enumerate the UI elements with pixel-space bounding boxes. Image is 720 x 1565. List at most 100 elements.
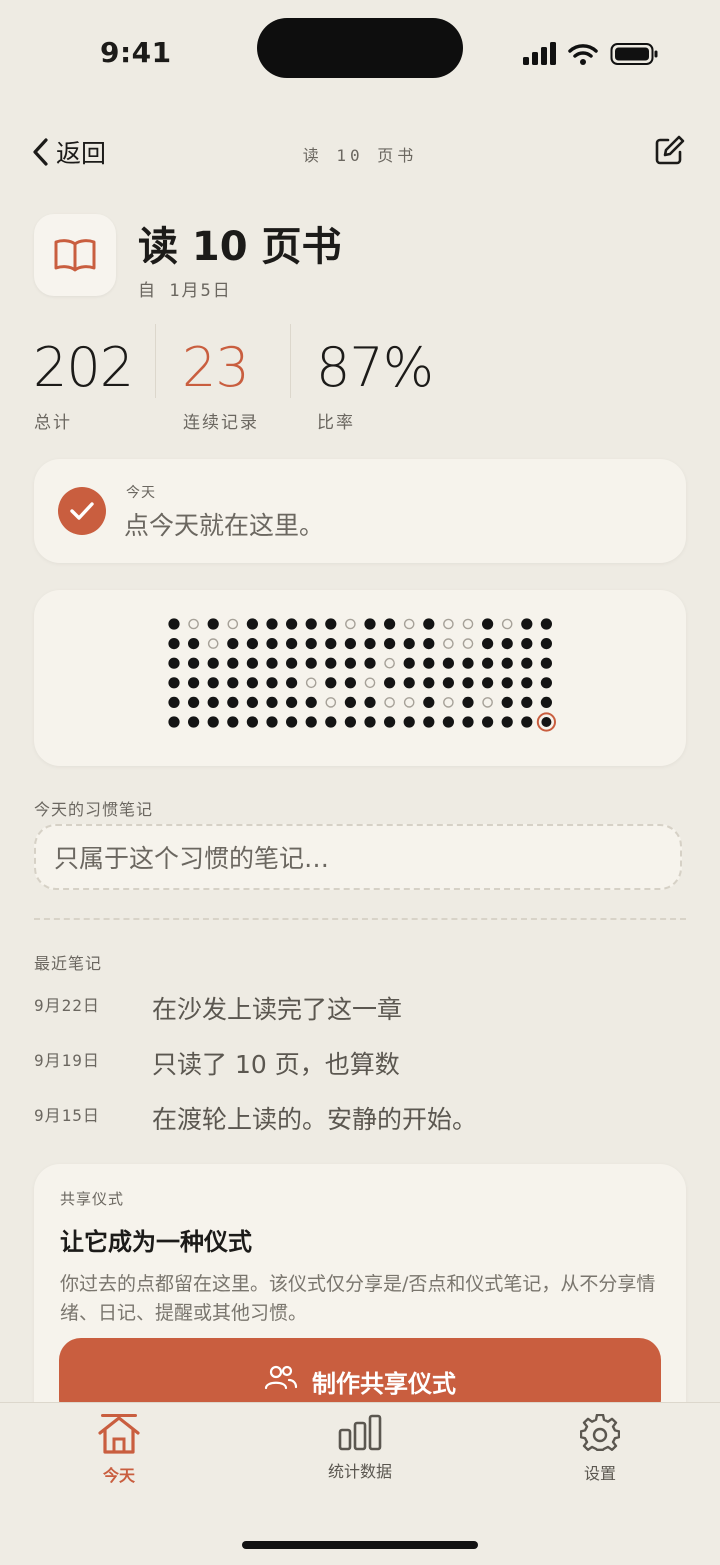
day-dot-completed: [286, 696, 298, 708]
day-dot-completed: [423, 638, 435, 650]
day-dot-completed: [540, 677, 552, 689]
day-dot-completed: [403, 638, 415, 650]
day-dot-completed: [286, 657, 298, 669]
day-dot-completed: [188, 638, 200, 650]
today-text: 点今天就在这里。: [124, 511, 325, 540]
status-icons: [522, 40, 658, 68]
gear-icon: [580, 1414, 620, 1451]
day-dot-completed: [188, 696, 200, 708]
stat-divider: [290, 324, 291, 398]
day-dot-completed: [423, 677, 435, 689]
note-placeholder: 只属于这个习惯的笔记…: [54, 844, 330, 873]
tab-stats[interactable]: 统计数据: [280, 1414, 440, 1482]
day-dot-missed: [403, 618, 415, 630]
day-dot-completed: [521, 638, 533, 650]
day-dot-completed: [521, 618, 533, 630]
recent-note-text[interactable]: 在渡轮上读的。安静的开始。: [152, 1100, 477, 1136]
day-dot-completed: [462, 677, 474, 689]
day-dot-completed: [384, 677, 396, 689]
day-dot-completed: [501, 677, 513, 689]
day-dot-missed: [443, 618, 454, 630]
nav-title: 读 10 页书: [302, 146, 418, 165]
tab-today[interactable]: 今天: [39, 1414, 199, 1486]
tab-today-label: 今天: [102, 1466, 135, 1485]
day-dot-missed: [188, 618, 199, 630]
habit-note-input[interactable]: 只属于这个习惯的笔记…: [34, 824, 682, 890]
day-dot-completed: [266, 716, 278, 728]
day-dot-missed: [325, 697, 337, 708]
day-dot-completed: [188, 677, 200, 689]
day-dot-completed: [286, 618, 298, 630]
day-dot-completed: [207, 677, 219, 689]
day-dot-completed: [286, 638, 298, 650]
day-dot-completed: [168, 696, 180, 708]
share-title: 让它成为一种仪式: [60, 1228, 252, 1256]
day-dot-missed: [364, 677, 376, 689]
recent-notes-label: 最近笔记: [34, 954, 103, 973]
recent-note-date: 9月22日: [34, 996, 100, 1015]
recent-note-text[interactable]: 只读了 10 页，也算数: [152, 1045, 400, 1081]
recent-note-text[interactable]: 在沙发上读完了这一章: [152, 990, 402, 1026]
day-dot-completed: [423, 716, 435, 728]
day-dot-completed: [423, 696, 435, 708]
day-dot-completed: [344, 716, 356, 728]
day-dot-completed: [540, 696, 552, 708]
day-dot-completed: [344, 696, 356, 708]
section-divider: [34, 918, 686, 920]
stat-streak-value: 23: [182, 336, 250, 399]
people-icon: [264, 1365, 298, 1390]
day-dot-completed: [188, 657, 200, 669]
day-dot-completed: [521, 696, 533, 708]
day-dot-completed: [168, 618, 180, 630]
day-dot-completed: [501, 657, 513, 669]
day-dot-completed: [344, 677, 356, 689]
tab-settings[interactable]: 设置: [520, 1414, 680, 1484]
tab-stats-label: 统计数据: [327, 1462, 392, 1481]
day-dot-completed: [462, 716, 474, 728]
day-dot-completed: [423, 618, 435, 630]
day-dot-completed: [482, 716, 494, 728]
day-dot-completed: [246, 677, 258, 689]
day-dot-missed: [305, 677, 317, 689]
day-dot-completed: [462, 696, 474, 708]
day-dot-missed: [482, 697, 493, 708]
day-dot-completed: [482, 677, 494, 689]
day-dot-completed: [305, 696, 317, 708]
share-description: 你过去的点都留在这里。该仪式仅分享是/否点和仪式笔记，从不分享情绪、日记、提醒或…: [60, 1273, 656, 1324]
day-dot-completed: [266, 618, 278, 630]
day-dot-completed: [286, 716, 298, 728]
day-dot-completed: [521, 716, 533, 728]
day-dot-today[interactable]: [541, 717, 552, 727]
day-dot-missed: [207, 638, 219, 649]
history-dot-grid: [168, 618, 556, 732]
checkmark-icon: [70, 502, 94, 520]
day-dot-completed: [168, 677, 180, 689]
day-dot-completed: [344, 657, 356, 669]
day-dot-completed: [227, 677, 239, 689]
edit-icon: [655, 135, 685, 165]
day-dot-completed: [227, 696, 239, 708]
day-dot-completed: [286, 677, 298, 689]
day-dot-completed: [442, 716, 454, 728]
day-dot-missed: [462, 638, 474, 649]
day-dot-completed: [325, 716, 337, 728]
signal-icon: [523, 42, 556, 65]
day-dot-completed: [482, 657, 494, 669]
recent-note-date: 9月19日: [34, 1051, 100, 1070]
day-dot-completed: [246, 657, 258, 669]
day-dot-completed: [501, 638, 513, 650]
day-dot-missed: [501, 618, 513, 630]
day-dot-completed: [266, 638, 278, 650]
day-dot-missed: [443, 638, 454, 649]
day-dot-completed: [207, 716, 219, 728]
day-dot-completed: [364, 657, 376, 669]
day-dot-completed: [540, 618, 552, 630]
edit-button[interactable]: [652, 134, 686, 172]
day-dot-missed: [462, 618, 474, 630]
day-dot-completed: [266, 677, 278, 689]
today-check-button[interactable]: [58, 487, 106, 535]
home-icon: [98, 1416, 140, 1454]
day-dot-completed: [325, 618, 337, 630]
day-dot-completed: [442, 677, 454, 689]
share-label: 共享仪式: [60, 1190, 125, 1208]
